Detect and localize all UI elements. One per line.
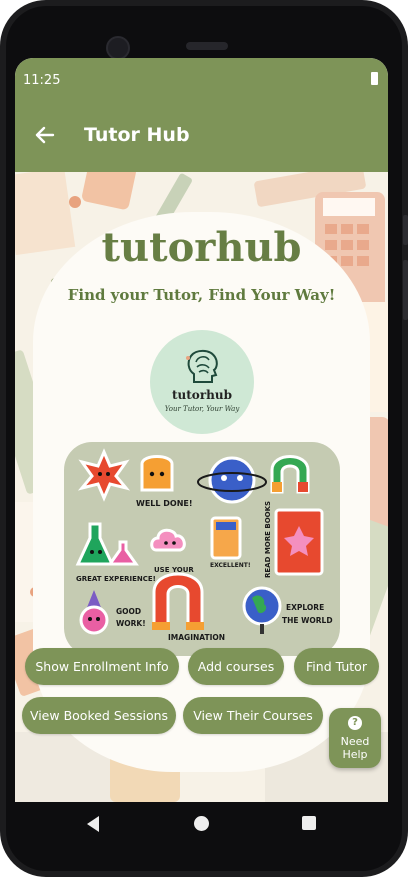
magnet-sticker	[270, 455, 310, 494]
imagination-sticker-text: IMAGINATION	[168, 633, 225, 642]
system-navigation-bar	[15, 802, 388, 846]
question-icon: ?	[348, 716, 362, 730]
battery-icon	[371, 72, 378, 85]
sticker-illustration: WELL DONE! GREAT EXPERIENCE! USE YOUR EX…	[75, 448, 333, 642]
excellent-sticker-text: EXCELLENT!	[210, 562, 251, 569]
planet-sticker	[197, 456, 267, 504]
head-brain-icon	[186, 349, 218, 383]
view-their-courses-button[interactable]: View Their Courses	[183, 697, 323, 734]
brand-tagline: Find your Tutor, Find Your Way!	[67, 286, 336, 304]
the-world-sticker-text: THE WORLD	[282, 616, 333, 625]
need-help-label: Need Help	[340, 735, 370, 761]
well-done-sticker-text: WELL DONE!	[136, 499, 193, 508]
calculator-sticker: EXCELLENT!	[210, 516, 251, 569]
camera-icon	[106, 36, 130, 60]
red-star-sticker	[77, 448, 131, 502]
home-content: tutorhub Find your Tutor, Find Your Way!…	[15, 172, 388, 802]
find-tutor-button[interactable]: Find Tutor	[294, 648, 379, 685]
app-screen: 11:25 Tutor Hub tutorhub Find your Tutor…	[15, 58, 388, 802]
triangle-back-icon[interactable]	[87, 816, 99, 832]
app-bar: Tutor Hub	[15, 102, 388, 172]
status-time: 11:25	[23, 73, 61, 88]
power-button	[403, 260, 408, 320]
motivation-sticker-panel: WELL DONE! GREAT EXPERIENCE! USE YOUR EX…	[64, 442, 340, 656]
circle-home-icon[interactable]	[194, 816, 209, 831]
add-courses-button[interactable]: Add courses	[188, 648, 284, 685]
lab-flasks-sticker: GREAT EXPERIENCE!	[75, 522, 156, 583]
square-recent-icon[interactable]	[302, 816, 316, 830]
show-enrollment-info-button[interactable]: Show Enrollment Info	[25, 648, 179, 685]
read-more-books-sticker-text: READ MORE BOOKS	[264, 501, 272, 578]
app-title: Tutor Hub	[84, 124, 190, 146]
imagination-magnet-sticker: IMAGINATION	[152, 572, 225, 642]
brand-title: tutorhub	[101, 224, 302, 271]
logo-tagline: Your Tutor, Your Way	[164, 405, 240, 413]
status-bar: 11:25	[15, 58, 388, 102]
good-sticker-text: GOOD	[116, 607, 141, 616]
arrow-left-icon[interactable]	[33, 123, 57, 147]
pink-cloud-sticker: USE YOUR	[150, 528, 194, 574]
tutorhub-logo: tutorhub Your Tutor, Your Way	[150, 330, 254, 434]
need-help-button[interactable]: ? Need Help	[329, 708, 381, 768]
books-sticker: READ MORE BOOKS	[264, 501, 324, 578]
work-sticker-text: WORK!	[116, 619, 146, 628]
volume-button	[403, 215, 408, 245]
wizard-sticker: GOOD WORK!	[79, 590, 146, 635]
globe-sticker: EXPLORE THE WORLD	[242, 586, 333, 634]
view-booked-sessions-button[interactable]: View Booked Sessions	[22, 697, 176, 734]
speaker-grille	[186, 42, 228, 50]
ruler-sticker: WELL DONE!	[136, 455, 193, 508]
great-experience-sticker-text: GREAT EXPERIENCE!	[76, 575, 156, 583]
logo-wordmark: tutorhub	[172, 388, 232, 402]
explore-sticker-text: EXPLORE	[286, 603, 324, 612]
